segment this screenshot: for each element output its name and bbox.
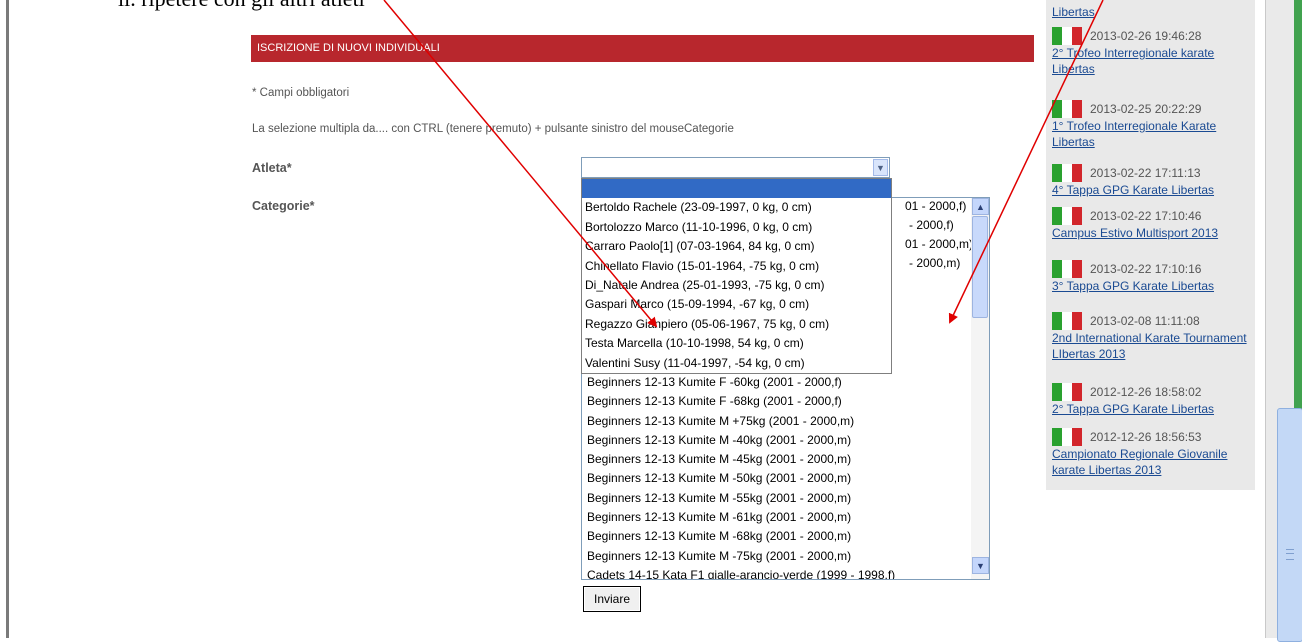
news-timestamp: 2013-02-22 17:11:13	[1090, 166, 1201, 180]
news-link[interactable]: Campionato Regionale Giovanile karate Li…	[1052, 446, 1252, 478]
italian-flag-icon	[1052, 260, 1082, 278]
form-header: ISCRIZIONE DI NUOVI INDIVIDUALI	[251, 35, 1034, 62]
italian-flag-icon	[1052, 428, 1082, 446]
news-timestamp: 2013-02-25 20:22:29	[1090, 102, 1202, 116]
window-left-frame	[0, 0, 14, 638]
atleta-option[interactable]: Chinellato Flavio (15-01-1964, -75 kg, 0…	[582, 257, 891, 276]
categorie-option[interactable]: Beginners 12-13 Kumite M -68kg (2001 - 2…	[582, 527, 989, 546]
news-link[interactable]: 3° Tappa GPG Karate Libertas	[1052, 278, 1252, 294]
categorie-option[interactable]: Beginners 12-13 Kumite M +75kg (2001 - 2…	[582, 412, 989, 431]
background-edge	[1294, 0, 1302, 410]
scroll-up-icon[interactable]: ▲	[972, 198, 989, 215]
atleta-option[interactable]: Carraro Paolo[1] (07-03-1964, 84 kg, 0 c…	[582, 237, 891, 256]
atleta-option[interactable]: Bertoldo Rachele (23-09-1997, 0 kg, 0 cm…	[582, 198, 891, 217]
dropdown-arrow-icon[interactable]: ▼	[873, 159, 888, 176]
hidden-fragment: - 2000,f)	[909, 218, 954, 232]
atleta-option[interactable]: Di_Natale Andrea (25-01-1993, -75 kg, 0 …	[582, 276, 891, 295]
italian-flag-icon	[1052, 100, 1082, 118]
scroll-down-icon[interactable]: ▼	[972, 557, 989, 574]
categorie-option[interactable]: Beginners 12-13 Kumite M -75kg (2001 - 2…	[582, 547, 989, 566]
atleta-select[interactable]: ▼	[581, 157, 890, 178]
categorie-label: Categorie*	[252, 199, 315, 213]
news-item: 2013-02-08 11:11:08 2nd International Kar…	[1052, 312, 1252, 362]
news-link[interactable]: Libertas	[1052, 4, 1252, 20]
news-timestamp: 2012-12-26 18:56:53	[1090, 430, 1202, 444]
categorie-option[interactable]: Cadets 14-15 Kata F1 gialle-arancio-verd…	[582, 566, 989, 579]
news-item: 2012-12-26 18:56:53 Campionato Regionale …	[1052, 428, 1252, 478]
atleta-option[interactable]: Regazzo Gianpiero (05-06-1967, 75 kg, 0 …	[582, 315, 891, 334]
italian-flag-icon	[1052, 164, 1082, 182]
categorie-option[interactable]: Beginners 12-13 Kumite M -40kg (2001 - 2…	[582, 431, 989, 450]
categorie-option[interactable]: Beginners 12-13 Kumite M -50kg (2001 - 2…	[582, 469, 989, 488]
news-link[interactable]: 2° Tappa GPG Karate Libertas	[1052, 401, 1252, 417]
news-item: 2013-02-26 19:46:28 2° Trofeo Interregion…	[1052, 27, 1252, 77]
atleta-option[interactable]: Gaspari Marco (15-09-1994, -67 kg, 0 cm)	[582, 295, 891, 314]
atleta-option[interactable]: Valentini Susy (11-04-1997, -54 kg, 0 cm…	[582, 354, 891, 373]
news-link[interactable]: Campus Estivo Multisport 2013	[1052, 225, 1252, 241]
atleta-option[interactable]	[582, 179, 891, 199]
news-timestamp: 2013-02-08 11:11:08	[1090, 314, 1200, 328]
categorie-option[interactable]: Beginners 12-13 Kumite M -55kg (2001 - 2…	[582, 489, 989, 508]
hidden-fragment: 01 - 2000,m)	[905, 237, 974, 251]
italian-flag-icon	[1052, 207, 1082, 225]
categorie-option[interactable]: Beginners 12-13 Kumite F -60kg (2001 - 2…	[582, 373, 989, 392]
multi-select-note: La selezione multipla da.... con CTRL (t…	[252, 123, 734, 135]
hidden-fragment: 01 - 2000,f)	[905, 199, 967, 213]
page-scroll-thumb[interactable]	[1277, 408, 1302, 642]
hidden-fragment: - 2000,m)	[909, 256, 961, 270]
atleta-label: Atleta*	[252, 161, 292, 175]
news-timestamp: 2013-02-22 17:10:46	[1090, 209, 1202, 223]
news-timestamp: 2012-12-26 18:58:02	[1090, 385, 1202, 399]
categorie-scroll-thumb[interactable]	[972, 216, 988, 318]
news-item: 2013-02-25 20:22:29 1° Trofeo Interregion…	[1052, 100, 1252, 150]
categorie-option[interactable]: Beginners 12-13 Kumite M -45kg (2001 - 2…	[582, 450, 989, 469]
news-link[interactable]: 1° Trofeo Interregionale Karate Libertas	[1052, 118, 1252, 150]
news-item: 2013-02-22 17:11:13 4° Tappa GPG Karate L…	[1052, 164, 1252, 198]
news-link[interactable]: 2nd International Karate Tournament LIbe…	[1052, 330, 1252, 362]
categorie-option[interactable]: Beginners 12-13 Kumite F -68kg (2001 - 2…	[582, 392, 989, 411]
news-item: 2012-12-26 18:58:02 2° Tappa GPG Karate L…	[1052, 383, 1252, 417]
atleta-option[interactable]: Bortolozzo Marco (11-10-1996, 0 kg, 0 cm…	[582, 218, 891, 237]
italian-flag-icon	[1052, 383, 1082, 401]
italian-flag-icon	[1052, 312, 1082, 330]
atleta-dropdown-list[interactable]: Bertoldo Rachele (23-09-1997, 0 kg, 0 cm…	[581, 178, 892, 374]
news-timestamp: 2013-02-26 19:46:28	[1090, 29, 1202, 43]
atleta-option[interactable]: Testa Marcella (10-10-1998, 54 kg, 0 cm)	[582, 334, 891, 353]
categorie-option[interactable]: Beginners 12-13 Kumite M -61kg (2001 - 2…	[582, 508, 989, 527]
news-item: 2013-02-22 17:10:46 Campus Estivo Multisp…	[1052, 207, 1252, 241]
news-link[interactable]: 2° Trofeo Interregionale karate Libertas	[1052, 45, 1252, 77]
required-fields-note: * Campi obbligatori	[252, 87, 350, 99]
news-link[interactable]: 4° Tappa GPG Karate Libertas	[1052, 182, 1252, 198]
news-timestamp: 2013-02-22 17:10:16	[1090, 262, 1202, 276]
italian-flag-icon	[1052, 27, 1082, 45]
document-instruction-text: ii. ripetere con gli altri atleti	[118, 0, 365, 12]
submit-button[interactable]: Inviare	[583, 586, 641, 612]
news-item: 2013-02-22 17:10:16 3° Tappa GPG Karate L…	[1052, 260, 1252, 294]
